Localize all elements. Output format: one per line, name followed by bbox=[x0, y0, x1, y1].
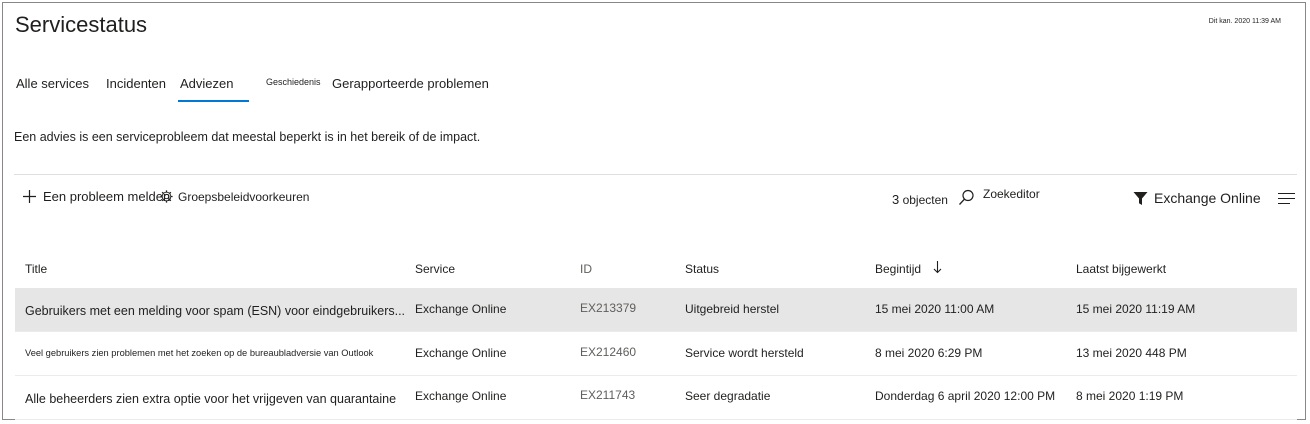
table-row[interactable]: Veel gebruikers zien problemen met het z… bbox=[15, 332, 1297, 376]
gear-icon bbox=[160, 190, 173, 203]
row-title[interactable]: Veel gebruikers zien problemen met het z… bbox=[25, 348, 373, 358]
tab-history[interactable]: Geschiedenis bbox=[266, 77, 321, 87]
service-status-panel: Servicestatus Dit kan. 2020 11:39 AM All… bbox=[2, 2, 1306, 420]
column-header-status[interactable]: Status bbox=[685, 262, 719, 276]
search-box[interactable]: Zoekeditor bbox=[958, 187, 1040, 206]
report-issue-button[interactable]: Een probleem melden bbox=[22, 189, 170, 204]
row-status: Seer degradatie bbox=[685, 389, 771, 403]
column-header-service[interactable]: Service bbox=[415, 262, 455, 276]
column-options-button[interactable] bbox=[1278, 192, 1296, 210]
row-start-time: 8 mei 2020 6:29 PM bbox=[875, 346, 983, 360]
item-count: 3 objecten bbox=[892, 192, 948, 207]
advisory-description: Een advies is een serviceprobleem dat me… bbox=[14, 130, 481, 144]
row-status: Service wordt hersteld bbox=[685, 346, 804, 360]
row-service: Exchange Online bbox=[415, 389, 507, 403]
column-header-title[interactable]: Title bbox=[25, 262, 47, 276]
column-header-id[interactable]: ID bbox=[580, 262, 592, 276]
page-title: Servicestatus bbox=[15, 12, 148, 37]
row-id: EX211743 bbox=[580, 388, 636, 402]
plus-icon bbox=[23, 190, 36, 203]
filter-button[interactable]: Exchange Online bbox=[1133, 190, 1261, 206]
last-refreshed-timestamp: Dit kan. 2020 11:39 AM bbox=[1208, 18, 1281, 25]
row-last-updated: 15 mei 2020 11:19 AM bbox=[1076, 302, 1196, 316]
item-count-number: 3 bbox=[892, 192, 900, 207]
toolbar-divider bbox=[14, 174, 1297, 175]
preferences-label: Groepsbeleidvoorkeuren bbox=[178, 189, 310, 204]
row-id: EX212460 bbox=[580, 345, 637, 359]
column-header-last-updated[interactable]: Laatst bijgewerkt bbox=[1076, 262, 1166, 276]
filter-icon bbox=[1133, 191, 1148, 205]
search-icon bbox=[959, 189, 974, 205]
table-row[interactable]: Gebruikers met een melding voor spam (ES… bbox=[15, 288, 1297, 332]
report-issue-label: Een probleem melden bbox=[43, 189, 171, 204]
tab-incidents[interactable]: Incidenten bbox=[106, 76, 166, 91]
item-count-label: objecten bbox=[902, 193, 948, 207]
menu-icon bbox=[1278, 192, 1295, 205]
tab-reported-issues[interactable]: Gerapporteerde problemen bbox=[332, 76, 489, 91]
preferences-button[interactable]: Groepsbeleidvoorkeuren bbox=[159, 189, 309, 204]
tab-all-services[interactable]: Alle services bbox=[16, 76, 89, 91]
row-status: Uitgebreid herstel bbox=[685, 302, 780, 316]
sort-descending-icon[interactable] bbox=[933, 260, 942, 274]
table-row[interactable]: Alle beheerders zien extra optie voor he… bbox=[15, 376, 1297, 420]
row-start-time: 15 mei 2020 11:00 AM bbox=[875, 302, 995, 316]
row-title[interactable]: Alle beheerders zien extra optie voor he… bbox=[25, 392, 396, 406]
row-id: EX213379 bbox=[580, 301, 637, 315]
row-title[interactable]: Gebruikers met een melding voor spam (ES… bbox=[25, 304, 405, 318]
search-label: Zoekeditor bbox=[983, 187, 1040, 201]
row-service: Exchange Online bbox=[415, 302, 507, 316]
tab-advisories[interactable]: Adviezen bbox=[180, 76, 233, 91]
filter-label: Exchange Online bbox=[1154, 190, 1261, 206]
row-service: Exchange Online bbox=[415, 346, 507, 360]
row-start-time: Donderdag 6 april 2020 12:00 PM bbox=[875, 389, 1056, 403]
row-last-updated: 13 mei 2020 448 PM bbox=[1076, 346, 1187, 360]
column-header-start-time[interactable]: Begintijd bbox=[875, 262, 921, 276]
row-last-updated: 8 mei 2020 1:19 PM bbox=[1076, 389, 1184, 403]
active-tab-indicator bbox=[178, 100, 249, 102]
